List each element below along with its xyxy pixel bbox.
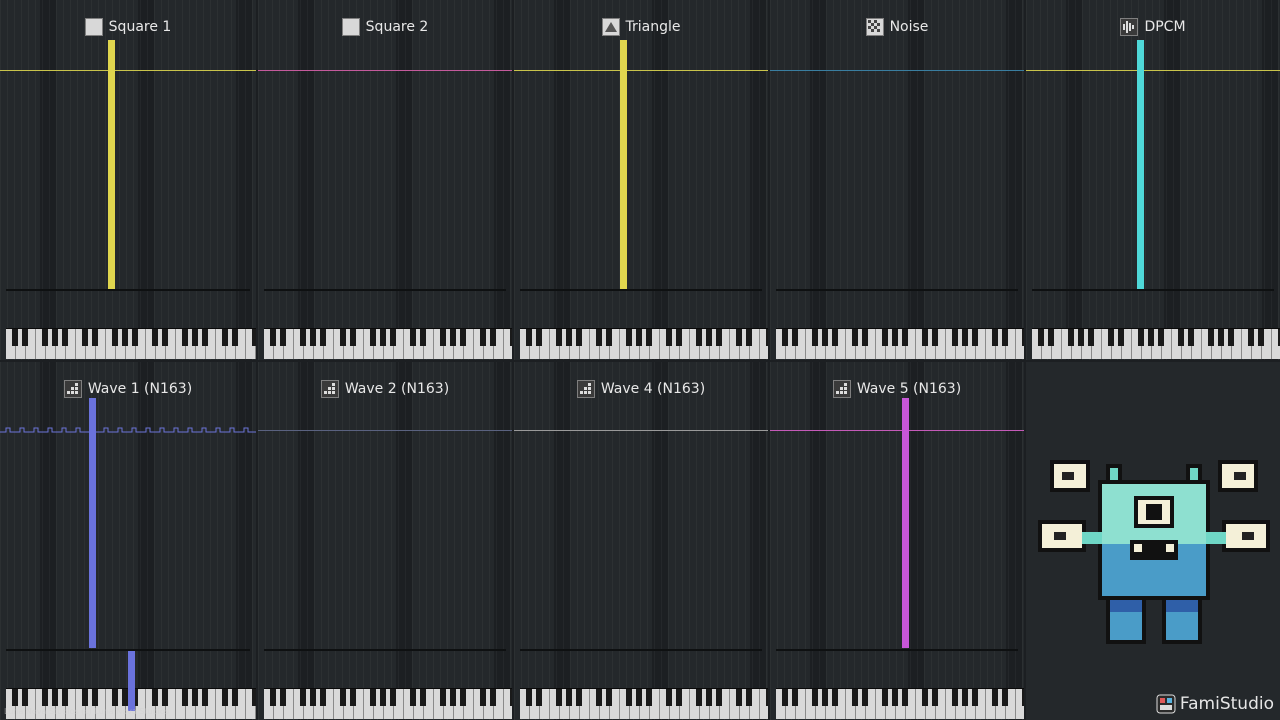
channel-label: Noise [889, 19, 929, 35]
baseline [520, 649, 762, 651]
note-bar [1137, 40, 1144, 290]
channel-panel-dpcm: DPCM [1026, 0, 1280, 360]
piano-keyboard [776, 328, 1024, 359]
channel-header: DPCM [1026, 14, 1280, 40]
n163-wave-icon [832, 380, 851, 398]
baseline [776, 649, 1018, 651]
channel-label: Square 2 [365, 19, 429, 35]
channel-label: Triangle [625, 19, 681, 35]
famistudio-logo-icon [1156, 694, 1176, 714]
logo-text: FamiStudio [1179, 694, 1274, 714]
note-bar [620, 40, 627, 290]
channel-header: Wave 4 (N163) [514, 376, 768, 402]
reference-line [514, 430, 768, 431]
dpcm-icon [1120, 18, 1139, 36]
channel-panel-wave1: Wave 1 (N163) [0, 362, 256, 720]
channel-header: Triangle [514, 14, 768, 40]
channel-label: Wave 2 (N163) [344, 381, 450, 397]
n163-wave-icon [320, 380, 339, 398]
piano-keyboard [264, 328, 512, 359]
channel-header: Square 1 [0, 14, 256, 40]
channel-header: Wave 1 (N163) [0, 376, 256, 402]
reference-line [0, 70, 256, 71]
mascot-area: FamiStudio [1026, 362, 1280, 720]
active-key-highlight [128, 651, 135, 711]
channel-panel-wave4: Wave 4 (N163) [514, 362, 768, 720]
channel-panel-square2: Square 2 [258, 0, 512, 360]
channel-label: Square 1 [108, 19, 172, 35]
watermark: Luna Nova Studios (c) Luna Nova Studios [4, 707, 169, 716]
mascot-image [1038, 460, 1270, 644]
n163-wave-icon [576, 380, 595, 398]
reference-line [770, 430, 1024, 431]
channel-label: DPCM [1144, 19, 1186, 35]
baseline [1032, 289, 1274, 291]
channel-label: Wave 1 (N163) [87, 381, 193, 397]
note-bar [108, 40, 115, 290]
note-bar [89, 398, 96, 648]
baseline [520, 289, 762, 291]
channel-label: Wave 5 (N163) [856, 381, 962, 397]
triangle-wave-icon [601, 18, 620, 36]
piano-keyboard [1032, 328, 1280, 359]
channel-panel-wave2: Wave 2 (N163) [258, 362, 512, 720]
baseline [264, 649, 506, 651]
baseline [6, 289, 250, 291]
waveform-trace [0, 427, 256, 433]
famistudio-logo: FamiStudio [1156, 694, 1274, 714]
piano-keyboard [776, 688, 1024, 719]
channel-panel-triangle: Triangle [514, 0, 768, 360]
baseline [776, 289, 1018, 291]
note-bar [902, 398, 909, 648]
square-wave-icon [341, 18, 360, 36]
piano-keyboard [264, 688, 512, 719]
noise-icon [865, 18, 884, 36]
reference-line [514, 70, 768, 71]
channel-header: Square 2 [258, 14, 512, 40]
reference-line [770, 70, 1024, 71]
piano-keyboard [520, 328, 768, 359]
reference-line [1026, 70, 1280, 71]
n163-wave-icon [63, 380, 82, 398]
channel-header: Wave 5 (N163) [770, 376, 1024, 402]
channel-panel-noise: Noise [770, 0, 1024, 360]
reference-line [258, 430, 512, 431]
channel-label: Wave 4 (N163) [600, 381, 706, 397]
channel-header: Noise [770, 14, 1024, 40]
piano-keyboard [520, 688, 768, 719]
piano-keyboard [6, 328, 256, 359]
square-wave-icon [84, 18, 103, 36]
channel-header: Wave 2 (N163) [258, 376, 512, 402]
channel-panel-wave5: Wave 5 (N163) [770, 362, 1024, 720]
channel-panel-square1: Square 1 [0, 0, 256, 360]
reference-line [258, 70, 512, 71]
baseline [264, 289, 506, 291]
